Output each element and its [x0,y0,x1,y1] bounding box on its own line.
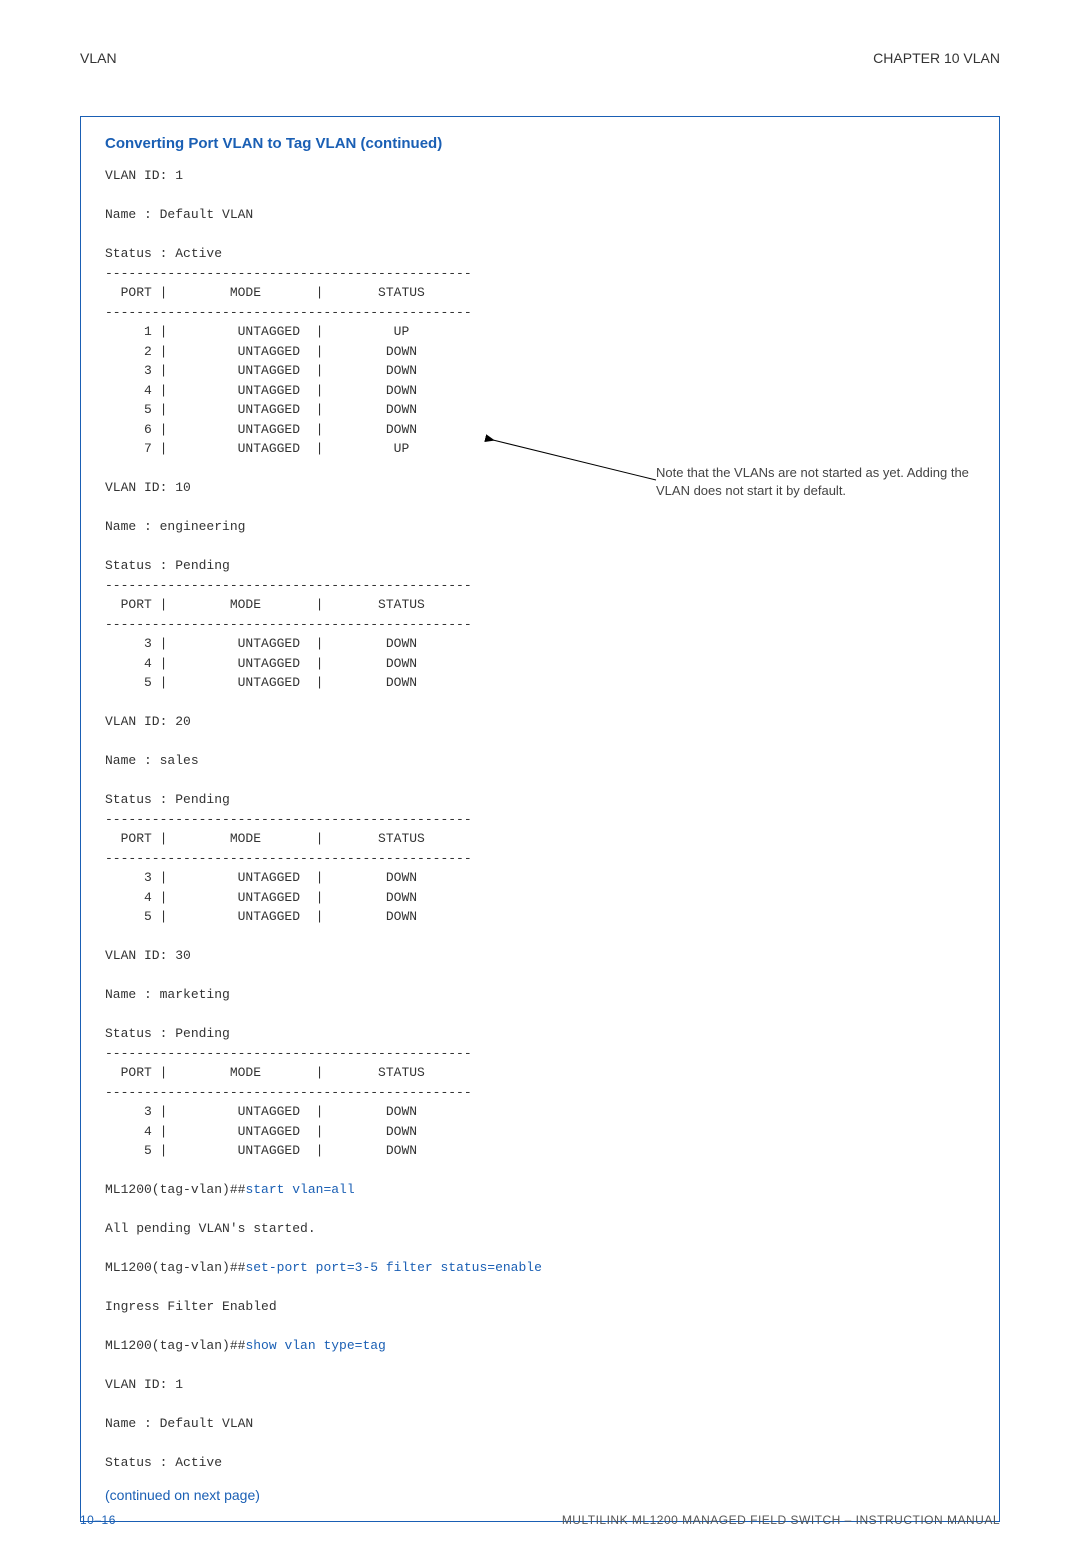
dash: ----------------------------------------… [105,1085,472,1100]
continued-note: (continued on next page) [105,1487,975,1503]
vlan20-header: PORT | MODE | STATUS [105,831,425,846]
terminal-output: VLAN ID: 1 Name : Default VLAN Status : … [105,166,975,1473]
dash: ----------------------------------------… [105,578,472,593]
command1: start vlan=all [245,1182,354,1197]
dash: ----------------------------------------… [105,266,472,281]
footer-title: MULTILINK ML1200 MANAGED FIELD SWITCH – … [562,1513,1000,1527]
vlan20-row: 3 | UNTAGGED | DOWN [105,870,417,885]
vlan1-row: 3 | UNTAGGED | DOWN [105,363,417,378]
vlan20-id: VLAN ID: 20 [105,714,191,729]
vlan10-name: Name : engineering [105,519,245,534]
header-left: VLAN [80,50,117,66]
response2: Ingress Filter Enabled [105,1299,277,1314]
vlan1-row: 7 | UNTAGGED | UP [105,441,409,456]
vlan-end-name: Name : Default VLAN [105,1416,253,1431]
response1: All pending VLAN's started. [105,1221,316,1236]
example-box: Converting Port VLAN to Tag VLAN (contin… [80,116,1000,1522]
vlan30-row: 4 | UNTAGGED | DOWN [105,1124,417,1139]
dash: ----------------------------------------… [105,305,472,320]
vlan10-status: Status : Pending [105,558,230,573]
command2: set-port port=3-5 filter status=enable [245,1260,541,1275]
vlan20-status: Status : Pending [105,792,230,807]
vlan-end-id: VLAN ID: 1 [105,1377,183,1392]
prompt2: ML1200(tag-vlan)## [105,1260,245,1275]
page-header: VLAN CHAPTER 10 VLAN [80,50,1000,66]
page-number: 10–16 [80,1513,116,1527]
vlan30-header: PORT | MODE | STATUS [105,1065,425,1080]
vlan1-header: PORT | MODE | STATUS [105,285,425,300]
vlan30-status: Status : Pending [105,1026,230,1041]
command3: show vlan type=tag [245,1338,385,1353]
vlan1-row: 5 | UNTAGGED | DOWN [105,402,417,417]
dash: ----------------------------------------… [105,812,472,827]
header-right: CHAPTER 10 VLAN [873,50,1000,66]
page-footer: 10–16 MULTILINK ML1200 MANAGED FIELD SWI… [80,1513,1000,1527]
vlan30-row: 3 | UNTAGGED | DOWN [105,1104,417,1119]
vlan20-row: 5 | UNTAGGED | DOWN [105,909,417,924]
vlan1-id: VLAN ID: 1 [105,168,183,183]
prompt3: ML1200(tag-vlan)## [105,1338,245,1353]
vlan1-row: 4 | UNTAGGED | DOWN [105,383,417,398]
vlan10-row: 4 | UNTAGGED | DOWN [105,656,417,671]
vlan1-row: 6 | UNTAGGED | DOWN [105,422,417,437]
vlan10-header: PORT | MODE | STATUS [105,597,425,612]
document-page: VLAN CHAPTER 10 VLAN Converting Port VLA… [0,0,1080,1562]
vlan30-row: 5 | UNTAGGED | DOWN [105,1143,417,1158]
vlan20-name: Name : sales [105,753,199,768]
vlan1-name: Name : Default VLAN [105,207,253,222]
dash: ----------------------------------------… [105,1046,472,1061]
dash: ----------------------------------------… [105,617,472,632]
vlan10-row: 3 | UNTAGGED | DOWN [105,636,417,651]
vlan1-row: 1 | UNTAGGED | UP [105,324,409,339]
vlan10-row: 5 | UNTAGGED | DOWN [105,675,417,690]
prompt1: ML1200(tag-vlan)## [105,1182,245,1197]
vlan1-status: Status : Active [105,246,222,261]
vlan30-name: Name : marketing [105,987,230,1002]
dash: ----------------------------------------… [105,851,472,866]
vlan10-id: VLAN ID: 10 [105,480,191,495]
vlan30-id: VLAN ID: 30 [105,948,191,963]
vlan20-row: 4 | UNTAGGED | DOWN [105,890,417,905]
vlan-end-status: Status : Active [105,1455,222,1470]
box-title: Converting Port VLAN to Tag VLAN (contin… [105,135,975,152]
vlan1-row: 2 | UNTAGGED | DOWN [105,344,417,359]
